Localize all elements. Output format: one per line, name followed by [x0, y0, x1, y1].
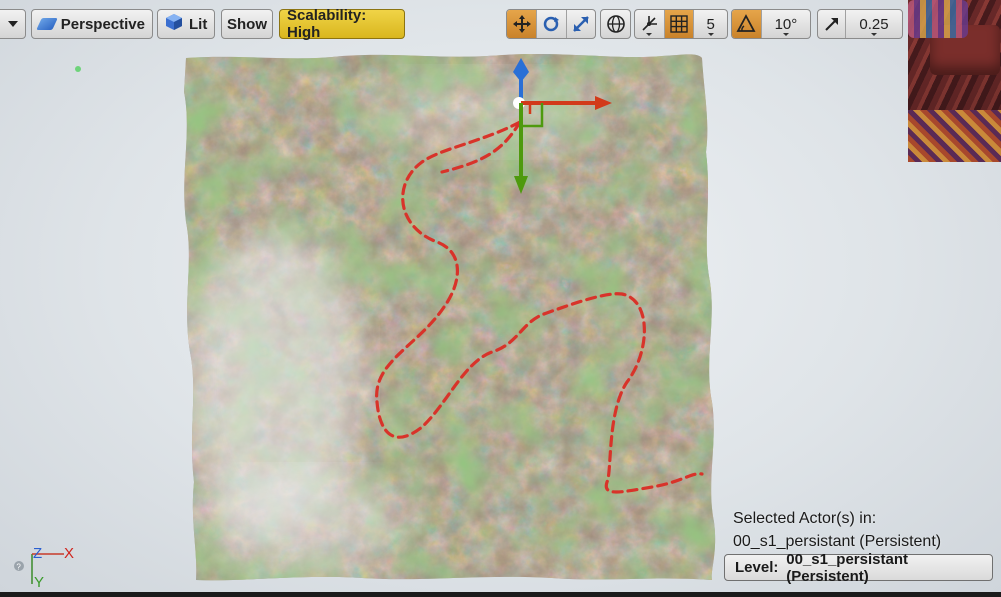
chevron-down-icon	[8, 21, 18, 27]
rotation-snap-value-dropdown[interactable]: 10°	[762, 10, 810, 38]
grid-icon	[670, 15, 688, 33]
level-label: Level:	[735, 559, 779, 576]
scalability-button[interactable]: Scalability: High	[279, 7, 405, 41]
rotation-snap-value: 10°	[774, 15, 798, 33]
surface-snap-button[interactable]	[635, 10, 665, 38]
rotate-icon	[544, 16, 560, 32]
chevron-down-icon	[707, 33, 714, 36]
grid-snap-value: 5	[706, 15, 715, 33]
scale-snap-toggle[interactable]	[818, 10, 847, 38]
current-level-indicator[interactable]: Level: 00_s1_persistant (Persistent)	[724, 551, 993, 585]
level-value: 00_s1_persistant (Persistent)	[786, 550, 908, 585]
light-indicator-dot	[75, 66, 81, 72]
transform-gizmo[interactable]	[500, 56, 620, 206]
show-flags-button[interactable]: Show	[221, 9, 273, 39]
viewport-options-button[interactable]	[0, 9, 26, 39]
lit-label: Lit	[189, 15, 208, 33]
globe-icon	[606, 15, 625, 33]
show-label: Show	[227, 15, 267, 33]
axis-y-label: Y	[34, 574, 45, 591]
scale-snap-group: 0.25	[817, 9, 903, 39]
grid-snap-toggle[interactable]	[664, 10, 695, 38]
svg-text:?: ?	[16, 563, 21, 572]
angle-icon	[736, 14, 756, 32]
camera-preview	[908, 0, 1001, 162]
selected-actors-info: Selected Actor(s) in: 00_s1_persistant (…	[733, 507, 941, 553]
scale-mode-button[interactable]	[567, 10, 595, 38]
scale-arrow-icon	[824, 18, 838, 31]
perspective-icon	[36, 18, 58, 30]
world-local-toggle[interactable]	[600, 9, 631, 39]
lit-view-mode-button[interactable]: Lit	[157, 9, 215, 39]
viewport-bottom-border	[0, 592, 1001, 597]
lit-cube-icon	[165, 13, 183, 35]
translate-icon	[512, 15, 531, 33]
transform-mode-group	[506, 9, 596, 39]
landscape-terrain[interactable]	[182, 52, 718, 584]
snapping-group: 5	[634, 9, 728, 39]
scalability-label: Scalability: High	[287, 7, 367, 41]
chevron-down-icon	[646, 33, 653, 36]
axis-x-label: X	[64, 545, 75, 562]
rotation-snap-toggle[interactable]	[732, 10, 762, 38]
chevron-down-icon	[782, 33, 789, 36]
rotation-snap-group: 10°	[731, 9, 811, 39]
translate-mode-button[interactable]	[507, 10, 538, 38]
scale-snap-value: 0.25	[859, 15, 889, 33]
grid-snap-value-dropdown[interactable]: 5	[694, 10, 727, 38]
perspective-button[interactable]: Perspective	[31, 9, 153, 39]
scale-icon	[572, 16, 589, 32]
axis-z-label: Z	[33, 545, 43, 562]
axis-indicator: ? Z X Y	[14, 544, 84, 592]
perspective-label: Perspective	[60, 15, 145, 33]
surface-snap-icon	[642, 16, 658, 31]
chevron-down-icon	[871, 33, 877, 36]
scale-snap-value-dropdown[interactable]: 0.25	[846, 10, 902, 38]
level-viewport[interactable]: Perspective Lit Show Scalability: High 5…	[0, 0, 1001, 592]
selected-actors-heading: Selected Actor(s) in:	[733, 510, 877, 527]
rotate-mode-button[interactable]	[537, 10, 567, 38]
